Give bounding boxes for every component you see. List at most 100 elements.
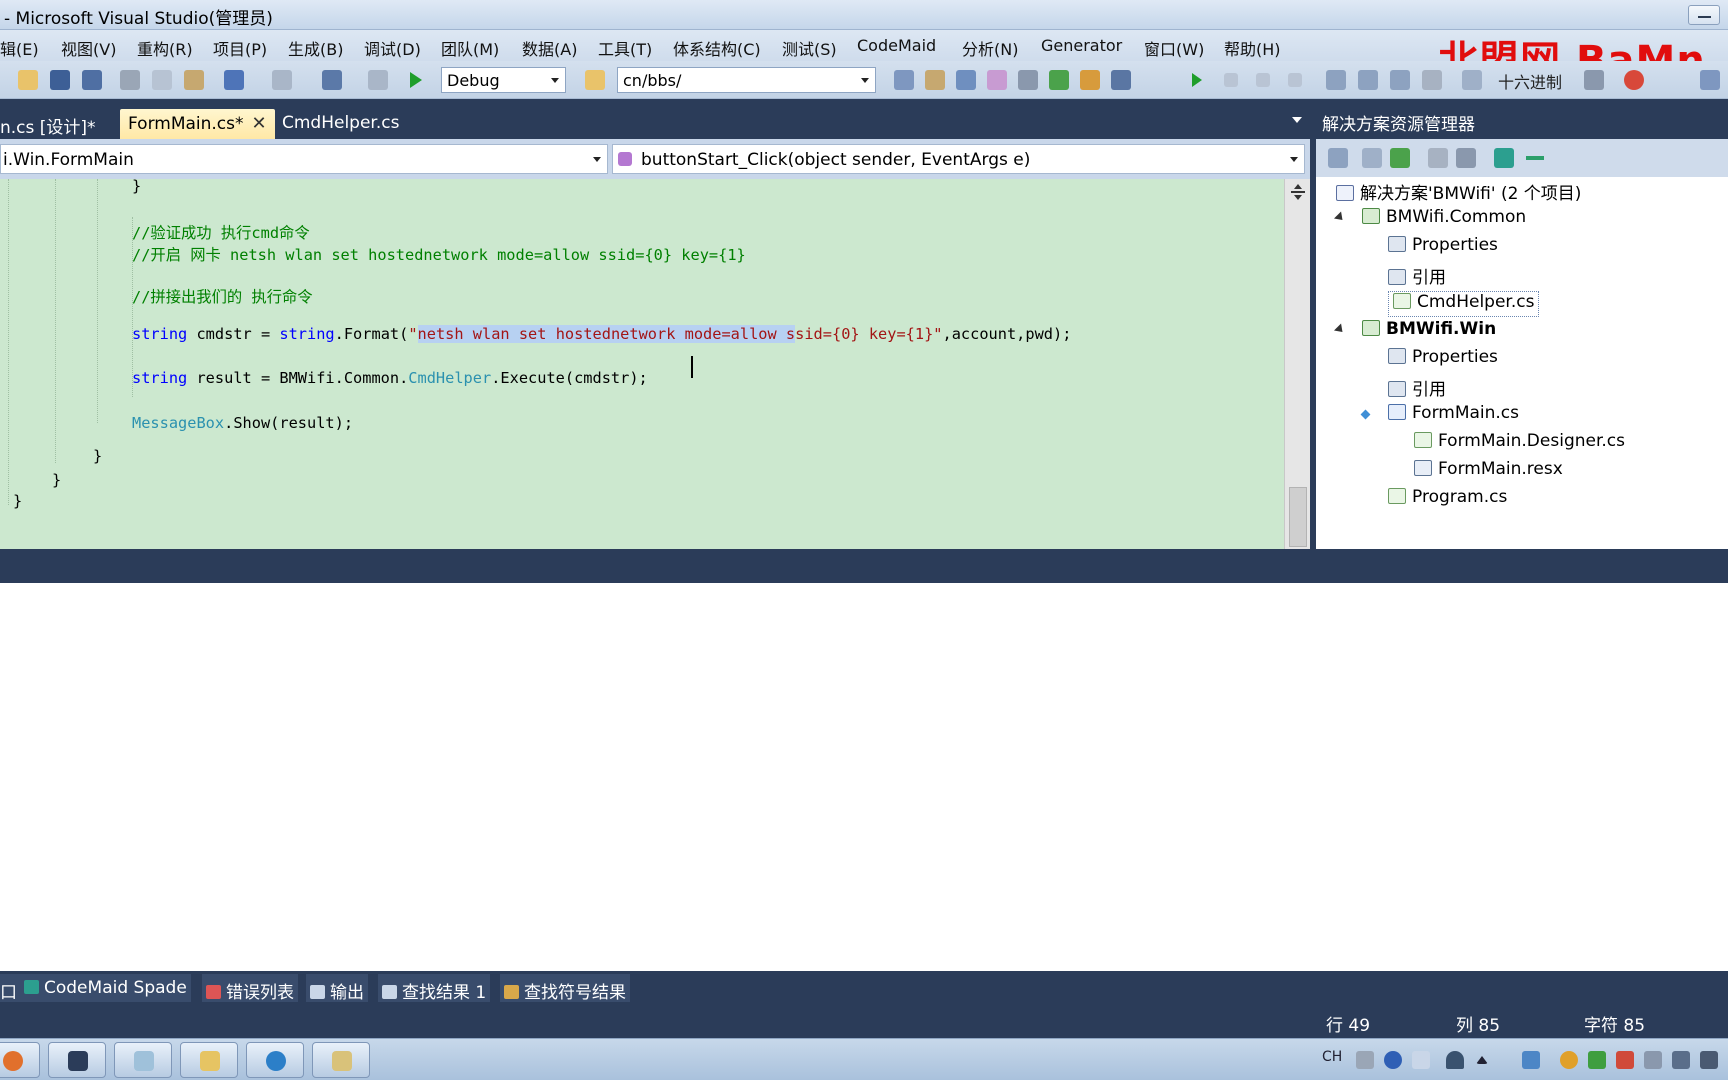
tab-codemaid-spade[interactable]: CodeMaid Spade <box>20 974 191 1002</box>
show-threads-icon[interactable] <box>1584 70 1604 90</box>
continue-icon[interactable] <box>1192 73 1202 87</box>
chevron-down-icon[interactable] <box>1292 117 1302 123</box>
expand-arrow-icon[interactable] <box>1333 323 1347 336</box>
taskbar-editor[interactable] <box>312 1042 370 1078</box>
undo-icon[interactable] <box>224 70 244 90</box>
ime-icon[interactable] <box>1412 1051 1430 1069</box>
security-shield-icon[interactable] <box>1588 1051 1606 1069</box>
tree-project-common[interactable]: BMWifi.Common <box>1362 207 1526 233</box>
taskbar-explorer[interactable] <box>180 1042 238 1078</box>
keyboard-icon[interactable] <box>1356 1051 1374 1069</box>
minimize-icon[interactable] <box>1526 156 1544 160</box>
menu-analyze[interactable]: 分析(N) <box>962 36 1018 60</box>
show-all-files-icon[interactable] <box>1362 148 1382 168</box>
open-file-icon[interactable] <box>18 70 38 90</box>
toolbox-icon[interactable] <box>987 70 1007 90</box>
extension-manager-icon[interactable] <box>1049 70 1069 90</box>
minimize-button[interactable] <box>1688 5 1720 25</box>
collapse-arrow-icon[interactable] <box>1363 351 1370 363</box>
menu-architecture[interactable]: 体系结构(C) <box>673 36 761 60</box>
menu-build[interactable]: 生成(B) <box>288 36 343 60</box>
taskbar-visual-studio[interactable] <box>48 1042 106 1078</box>
view-code-icon[interactable] <box>1428 148 1448 168</box>
start-debugging-icon[interactable] <box>410 72 422 88</box>
record-icon[interactable] <box>1624 70 1644 90</box>
step-out-icon[interactable] <box>1390 70 1410 90</box>
menu-test[interactable]: 测试(S) <box>782 36 837 60</box>
step-over-icon[interactable] <box>1358 70 1378 90</box>
chevron-up-icon[interactable] <box>1476 1056 1488 1064</box>
copy-icon[interactable] <box>152 70 172 90</box>
tab-find-symbol-results[interactable]: 查找符号结果 <box>500 974 630 1003</box>
tree-references[interactable]: 引用 <box>1388 263 1446 289</box>
tools-icon[interactable] <box>1018 70 1038 90</box>
search-icon[interactable] <box>1462 70 1482 90</box>
codemaid-icon[interactable] <box>1494 148 1514 168</box>
menu-project[interactable]: 项目(P) <box>213 36 267 60</box>
tree-references[interactable]: 引用 <box>1388 375 1446 401</box>
tree-formmain-resx[interactable]: FormMain.resx <box>1414 459 1563 485</box>
taskbar-notepad[interactable] <box>114 1042 172 1078</box>
window-layout-icon[interactable] <box>1700 70 1720 90</box>
tab-output[interactable]: 输出 <box>306 974 368 1003</box>
view-class-diagram-icon[interactable] <box>1456 148 1476 168</box>
hex-toggle[interactable]: 十六进制 <box>1498 69 1562 93</box>
tab-formmain-cs[interactable]: FormMain.cs* ✕ <box>120 109 275 139</box>
help-icon[interactable] <box>1384 1051 1402 1069</box>
member-dropdown[interactable]: buttonStart_Click(object sender, EventAr… <box>612 144 1305 174</box>
menu-view[interactable]: 视图(V) <box>61 36 116 60</box>
command-window-icon[interactable] <box>1111 70 1131 90</box>
paste-icon[interactable] <box>184 70 204 90</box>
collapse-arrow-icon[interactable] <box>1363 267 1370 279</box>
tree-solution[interactable]: 解决方案'BMWifi' (2 个项目) <box>1336 179 1581 205</box>
refresh-icon[interactable] <box>1390 148 1410 168</box>
split-handle-icon[interactable] <box>1289 183 1307 201</box>
collapse-arrow-icon[interactable] <box>1363 379 1370 391</box>
find-combo[interactable]: cn/bbs/ <box>617 67 876 93</box>
code-editor[interactable]: } //验证成功 执行cmd命令 //开启 网卡 netsh wlan set … <box>0 179 1284 549</box>
find-in-files-icon[interactable] <box>585 70 605 90</box>
cut-icon[interactable] <box>120 70 140 90</box>
devices-icon[interactable] <box>1644 1051 1662 1069</box>
expand-arrow-icon[interactable] <box>1333 211 1347 224</box>
collapse-arrow-icon[interactable] <box>1363 239 1370 251</box>
network-icon[interactable] <box>1522 1051 1540 1069</box>
close-icon[interactable]: ✕ <box>252 113 267 134</box>
solution-explorer-icon[interactable] <box>894 70 914 90</box>
tab-formmain-design[interactable]: n.cs [设计]* <box>0 109 104 139</box>
tree-cmdhelper[interactable]: CmdHelper.cs <box>1388 291 1540 317</box>
breakpoint-window-icon[interactable] <box>1422 70 1442 90</box>
menu-generator[interactable]: Generator <box>1041 36 1122 55</box>
flag-icon[interactable] <box>1616 1051 1634 1069</box>
type-dropdown[interactable]: i.Win.FormMain <box>0 144 608 174</box>
menu-refactor[interactable]: 重构(R) <box>137 36 193 60</box>
tree-program[interactable]: Program.cs <box>1388 487 1507 513</box>
language-indicator[interactable]: CH <box>1322 1049 1342 1065</box>
qq-icon[interactable] <box>1560 1051 1578 1069</box>
properties-icon[interactable] <box>925 70 945 90</box>
volume-icon[interactable] <box>1700 1051 1718 1069</box>
save-all-icon[interactable] <box>82 70 102 90</box>
collapse-all-icon[interactable] <box>1328 148 1348 168</box>
tree-properties[interactable]: Properties <box>1388 235 1498 261</box>
redo-icon[interactable] <box>272 70 292 90</box>
tab-find-results[interactable]: 查找结果 1 <box>378 974 491 1003</box>
stop-icon[interactable] <box>1256 73 1270 87</box>
tree-properties[interactable]: Properties <box>1388 347 1498 373</box>
menu-data[interactable]: 数据(A) <box>522 36 577 60</box>
taskbar-app-k[interactable] <box>246 1042 304 1078</box>
menu-tools[interactable]: 工具(T) <box>598 36 652 60</box>
step-into-icon[interactable] <box>1326 70 1346 90</box>
tree-formmain-designer[interactable]: FormMain.Designer.cs <box>1414 431 1625 457</box>
scrollbar-thumb[interactable] <box>1289 487 1307 547</box>
menu-team[interactable]: 团队(M) <box>441 36 499 60</box>
menu-window[interactable]: 窗口(W) <box>1144 36 1204 60</box>
battery-icon[interactable] <box>1672 1051 1690 1069</box>
menu-debug[interactable]: 调试(D) <box>364 36 421 60</box>
menu-codemaid[interactable]: CodeMaid <box>857 36 936 55</box>
navigate-backward-icon[interactable] <box>322 70 342 90</box>
navigate-forward-icon[interactable] <box>368 70 388 90</box>
solution-config-select[interactable]: Debug <box>441 67 566 93</box>
wifi-icon[interactable] <box>1446 1051 1464 1069</box>
editor-scrollbar[interactable] <box>1284 179 1310 549</box>
